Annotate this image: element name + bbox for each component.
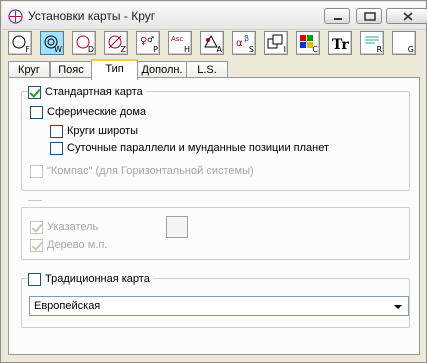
checkbox-label: Дерево м.п. (47, 239, 108, 251)
checkbox-label: Суточные параллели и мунданные позиции п… (67, 142, 330, 154)
checkbox-label: Традиционная карта (45, 273, 150, 285)
toolbar-button-w[interactable]: W (40, 31, 64, 55)
toolbar-button-z[interactable]: Z (104, 31, 128, 55)
minimize-icon (334, 18, 342, 20)
toolbar-button-letter: C (312, 45, 318, 54)
toolbar-button-letter: R (376, 45, 382, 54)
checkbox-box[interactable] (28, 272, 41, 286)
toolbar: F W D Z ♀ ♂ P Asc H A α β S I C Tr R G (8, 31, 420, 59)
svg-text:Tr: Tr (332, 37, 349, 53)
toolbar-button-letter: P (153, 45, 158, 54)
toolbar-button-p[interactable]: ♀ ♂ P (136, 31, 160, 55)
title-bar: Установки карты - Круг (2, 2, 427, 30)
toolbar-button-h[interactable]: Asc H (168, 31, 192, 55)
checkbox-box[interactable] (30, 220, 43, 234)
minimize-button[interactable] (324, 8, 350, 24)
dialog-window: Установки карты - Круг F W D Z ♀ ♂ P Asc… (0, 0, 427, 363)
toolbar-button-letter: I (283, 45, 286, 54)
toolbar-button-i[interactable]: I (264, 31, 288, 55)
close-button[interactable] (386, 8, 427, 24)
daily-parallels-checkbox[interactable]: Суточные параллели и мунданные позиции п… (50, 141, 329, 155)
toolbar-button-f[interactable]: F (8, 31, 32, 55)
checkbox-label: Стандартная карта (45, 86, 143, 98)
svg-text:♂: ♂ (147, 35, 154, 44)
toolbar-button-letter: D (87, 45, 94, 54)
toolbar-button-letter: F (25, 45, 30, 54)
traditional-chart-checkbox[interactable]: Традиционная карта (28, 272, 153, 286)
app-icon (8, 9, 23, 24)
toolbar-button-g[interactable]: G (392, 31, 416, 55)
checkbox-box[interactable] (30, 164, 43, 178)
toolbar-button-font[interactable]: Tr (328, 31, 352, 55)
checkbox-box[interactable] (50, 141, 63, 155)
checkbox-label: Сферические дома (47, 106, 147, 118)
checkbox-label: Указатель (47, 221, 99, 233)
chart-style-select[interactable]: Европейская (29, 296, 409, 316)
latitude-circles-checkbox[interactable]: Круги широты (50, 124, 138, 138)
maximize-icon (364, 12, 376, 21)
pointer-color-button[interactable] (166, 216, 188, 238)
toolbar-button-r[interactable]: R (360, 31, 384, 55)
svg-text:α: α (236, 38, 243, 49)
tab-tip[interactable]: Тип (91, 59, 138, 80)
svg-text:β: β (244, 34, 249, 43)
toolbar-button-letter: G (407, 45, 414, 54)
tree-checkbox[interactable]: Дерево м.п. (30, 238, 107, 252)
spherical-houses-checkbox[interactable]: Сферические дома (30, 105, 146, 119)
checkbox-label: "Компас" (для Горизонтальной системы) (47, 165, 254, 177)
chevron-down-icon (394, 305, 402, 309)
toolbar-button-a[interactable]: A (200, 31, 224, 55)
toolbar-button-c[interactable]: C (296, 31, 320, 55)
font-icon: Tr (332, 37, 349, 53)
toolbar-button-d[interactable]: D (72, 31, 96, 55)
checkbox-box[interactable] (30, 238, 43, 252)
close-icon (403, 12, 413, 21)
svg-text:Asc: Asc (171, 35, 183, 43)
toolbar-button-s[interactable]: αβ S (232, 31, 256, 55)
compass-checkbox[interactable]: "Компас" (для Горизонтальной системы) (30, 164, 254, 178)
checkbox-box[interactable] (28, 85, 41, 99)
checkbox-label: Круги широты (67, 125, 139, 137)
checkbox-box[interactable] (30, 105, 43, 119)
pointer-group-legend (28, 200, 42, 201)
standard-chart-checkbox[interactable]: Стандартная карта (28, 85, 146, 99)
select-value: Европейская (34, 300, 101, 312)
maximize-button[interactable] (356, 8, 382, 24)
checkbox-box[interactable] (50, 124, 63, 138)
pointer-checkbox[interactable]: Указатель (30, 220, 98, 234)
toolbar-button-letter: A (216, 45, 222, 54)
toolbar-button-letter: Z (120, 45, 126, 54)
toolbar-button-letter: H (183, 45, 190, 54)
toolbar-button-letter: S (248, 45, 254, 54)
toolbar-button-letter: W (54, 45, 62, 54)
window-title: Установки карты - Круг (28, 9, 156, 23)
tab-panel-tip: Стандартная карта Сферические дома Круги… (8, 77, 420, 355)
